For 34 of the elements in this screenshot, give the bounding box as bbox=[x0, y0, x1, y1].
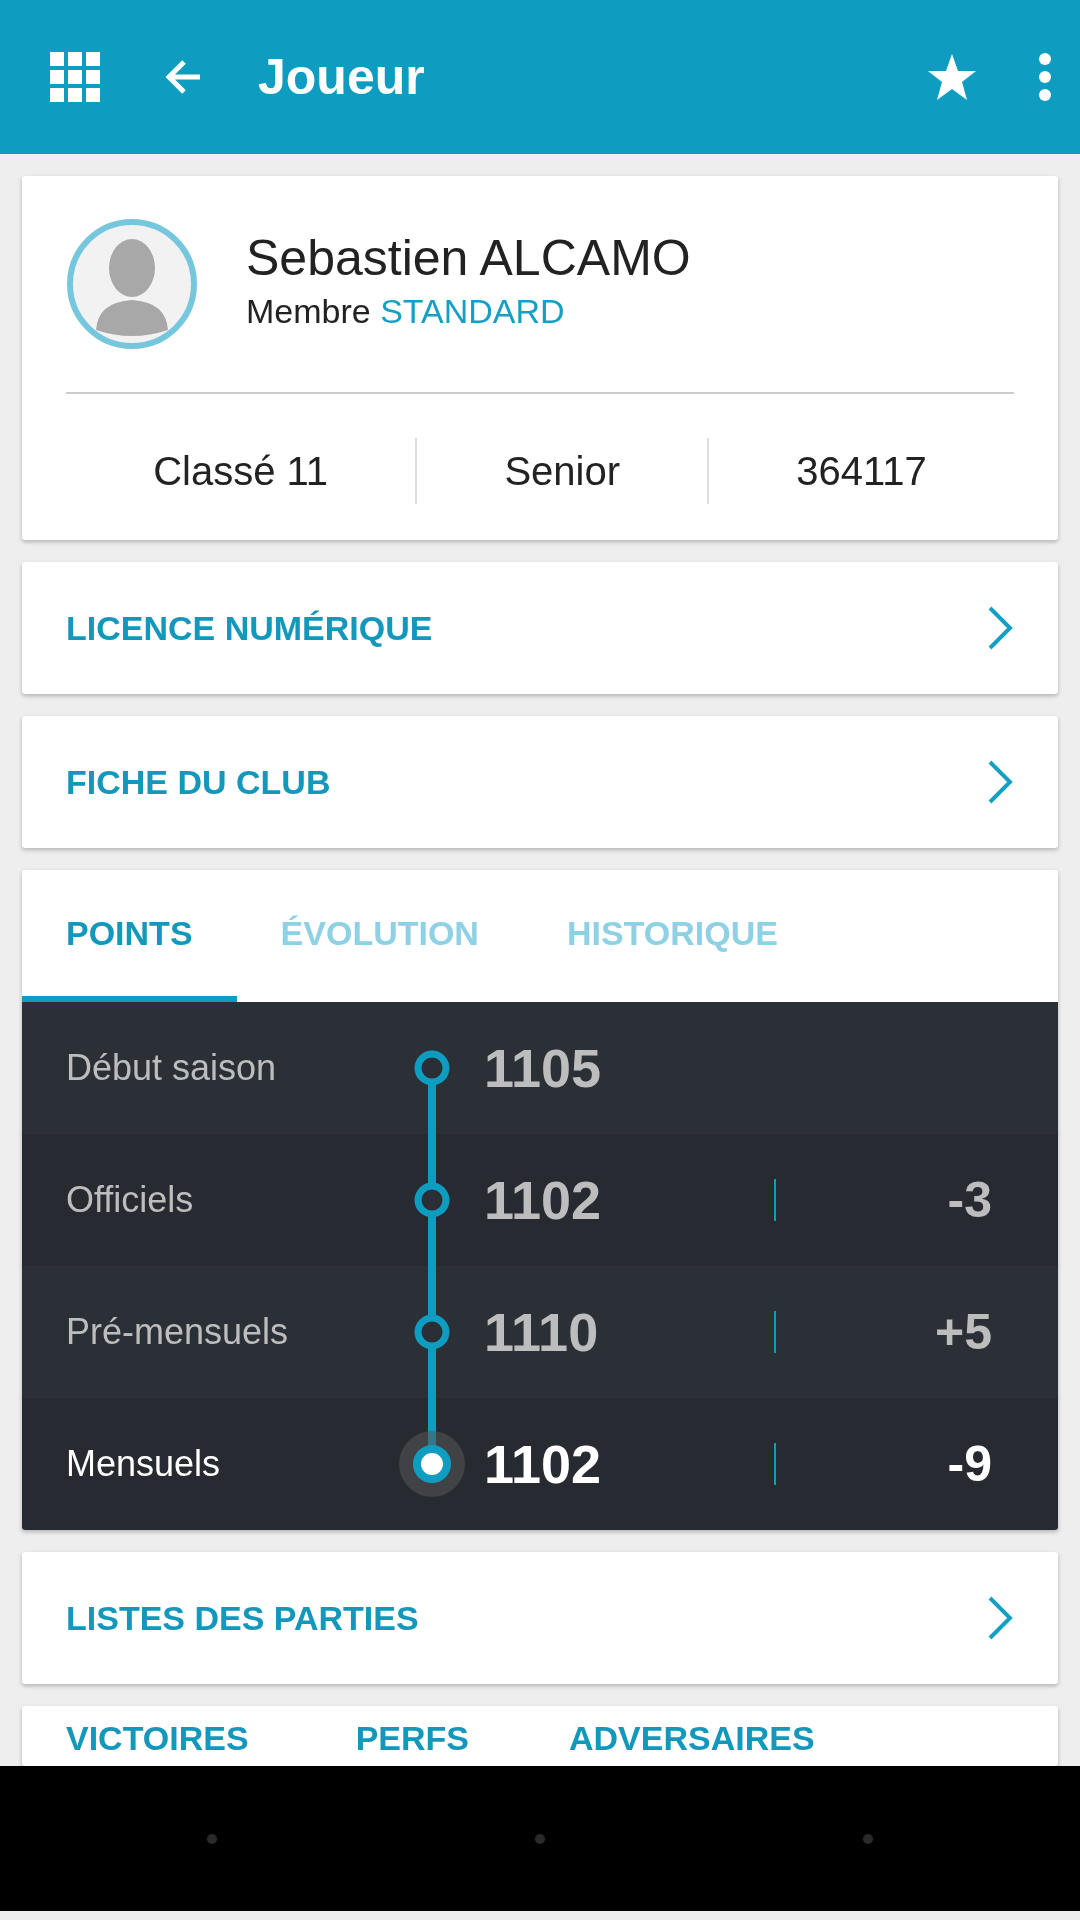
row-label: Mensuels bbox=[66, 1442, 222, 1486]
licence-number: 364117 bbox=[796, 448, 927, 495]
link-card[interactable]: FICHE DU CLUB bbox=[22, 716, 1058, 848]
timeline-node-icon bbox=[414, 1314, 450, 1350]
player-name: Sebastien ALCAMO bbox=[246, 231, 691, 286]
apps-grid-icon[interactable] bbox=[50, 52, 100, 102]
screen-title: Joueur bbox=[258, 47, 425, 107]
membership-text: Membre STANDARD bbox=[246, 291, 566, 332]
tab[interactable]: VICTOIRES bbox=[66, 1713, 249, 1764]
points-value: 1102 bbox=[484, 1168, 603, 1232]
link-card[interactable]: LICENCE NUMÉRIQUE bbox=[22, 562, 1058, 694]
star-icon[interactable] bbox=[926, 52, 978, 102]
link-card[interactable]: LISTES DES PARTIES bbox=[22, 1552, 1058, 1684]
points-delta: -3 bbox=[946, 1170, 992, 1230]
points-value: 1110 bbox=[484, 1300, 600, 1364]
row-label: Pré-mensuels bbox=[66, 1310, 290, 1354]
timeline-node-icon bbox=[414, 1182, 450, 1218]
points-delta: -9 bbox=[946, 1434, 992, 1494]
timeline-node-icon bbox=[414, 1050, 450, 1086]
nav-dot-icon[interactable] bbox=[535, 1833, 545, 1844]
nav-dot-icon[interactable] bbox=[207, 1833, 217, 1844]
rank-text: Classé 11 bbox=[153, 448, 329, 495]
tab[interactable]: ADVERSAIRES bbox=[569, 1713, 815, 1764]
nav-dot-icon[interactable] bbox=[863, 1833, 873, 1844]
avatar-icon bbox=[66, 218, 198, 350]
category-text: Senior bbox=[504, 448, 620, 495]
more-menu-icon[interactable] bbox=[1038, 52, 1052, 102]
row-label: Officiels bbox=[66, 1178, 195, 1222]
points-value: 1102 bbox=[484, 1432, 603, 1496]
points-delta: +5 bbox=[934, 1302, 992, 1362]
points-value: 1105 bbox=[484, 1036, 603, 1100]
tab[interactable]: PERFS bbox=[355, 1713, 469, 1764]
row-label: Début saison bbox=[66, 1046, 278, 1090]
timeline-node-icon bbox=[398, 1430, 466, 1498]
